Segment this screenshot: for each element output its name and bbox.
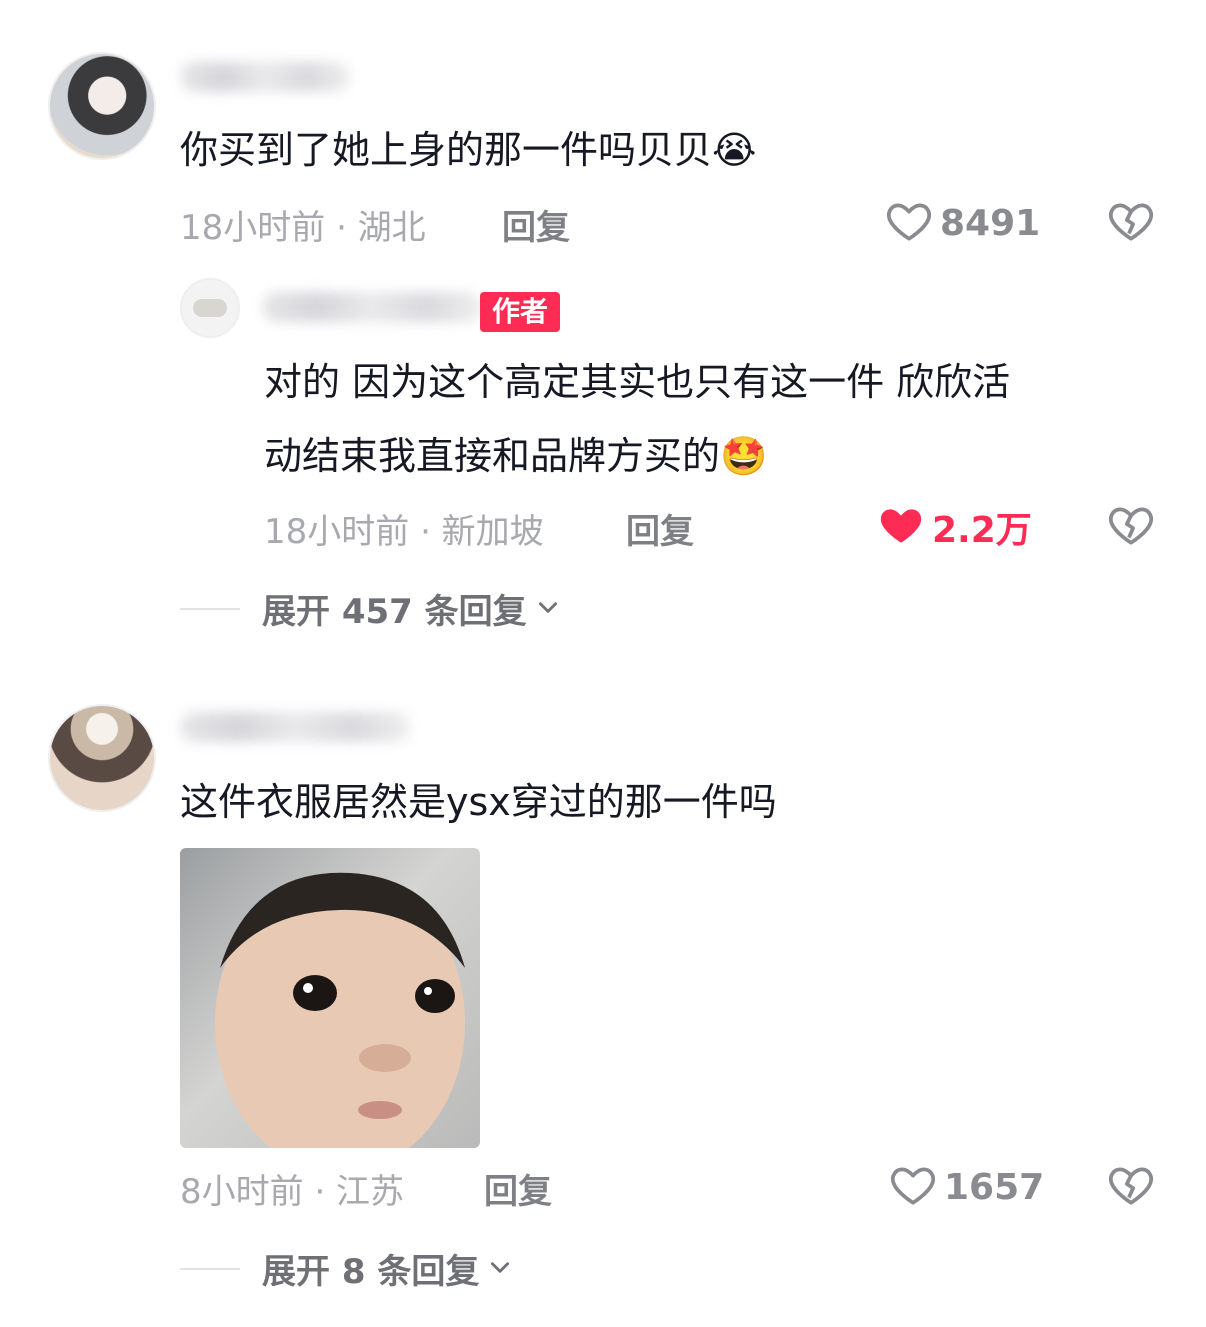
heart-outline-icon (888, 1160, 938, 1214)
comment-meta: 18小时前 · 湖北 (180, 208, 426, 248)
broken-heart-icon[interactable] (1106, 500, 1156, 554)
chevron-down-icon (535, 594, 561, 624)
reply-text-line-1: 对的 因为这个高定其实也只有这一件 欣欣活 (264, 360, 1011, 404)
reply-button[interactable]: 回复 (626, 504, 694, 553)
author-badge: 作者 (480, 292, 561, 332)
broken-heart-icon[interactable] (1106, 196, 1156, 250)
like-button[interactable]: 8491 (884, 196, 1040, 250)
comment-text: 这件衣服居然是ysx穿过的那一件吗 (180, 780, 777, 824)
reply-body-line-2: 动结束我直接和品牌方买的 (264, 434, 721, 478)
reply-button[interactable]: 回复 (484, 1164, 552, 1213)
reply-username-blurred[interactable] (262, 292, 482, 322)
crying-emoji-icon: 😭 (712, 128, 757, 172)
expand-replies-button[interactable]: 展开 457 条回复 (180, 584, 561, 633)
username-blurred[interactable] (180, 712, 410, 742)
heart-filled-icon (876, 500, 926, 554)
like-button[interactable]: 1657 (888, 1160, 1044, 1214)
heart-outline-icon (884, 196, 934, 250)
expand-replies-button[interactable]: 展开 8 条回复 (180, 1244, 513, 1293)
expand-replies-label: 展开 457 条回复 (262, 592, 527, 632)
like-count: 2.2万 (932, 510, 1032, 551)
comment-image[interactable] (180, 848, 480, 1148)
avatar[interactable] (48, 704, 156, 812)
reply-text-line-2: 动结束我直接和品牌方买的🤩 (264, 418, 767, 494)
star-eyes-emoji-icon: 🤩 (720, 434, 768, 478)
username-blurred[interactable] (180, 62, 350, 92)
reply-avatar[interactable] (180, 278, 240, 338)
comment-body: 你买到了她上身的那一件吗贝贝 (180, 128, 713, 172)
avatar[interactable] (48, 52, 156, 160)
like-button-active[interactable]: 2.2万 (876, 500, 1032, 554)
expand-replies-label: 展开 8 条回复 (262, 1252, 480, 1292)
comment-text: 你买到了她上身的那一件吗贝贝😭 (180, 112, 756, 188)
comment-meta: 8小时前 · 江苏 (180, 1172, 405, 1212)
broken-heart-icon[interactable] (1106, 1160, 1156, 1214)
chevron-down-icon (487, 1254, 513, 1284)
divider-line (180, 1267, 240, 1270)
like-count: 1657 (944, 1166, 1045, 1208)
reply-button[interactable]: 回复 (502, 200, 570, 249)
reply-meta: 18小时前 · 新加坡 (264, 512, 544, 552)
divider-line (180, 607, 240, 610)
like-count: 8491 (940, 202, 1041, 244)
